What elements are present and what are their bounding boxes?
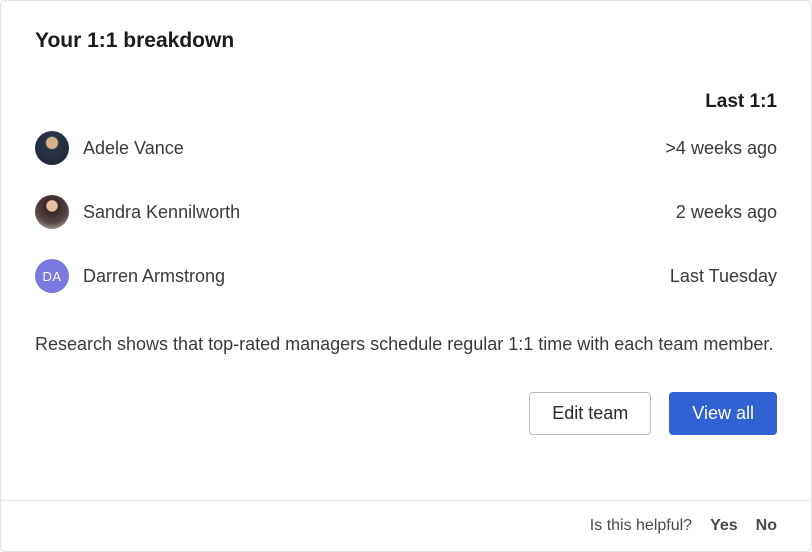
feedback-prompt: Is this helpful? [590, 517, 692, 535]
member-name: Sandra Kennilworth [83, 202, 240, 223]
feedback-footer: Is this helpful? Yes No [1, 500, 811, 551]
table-row: Adele Vance >4 weeks ago [35, 131, 777, 165]
avatar [35, 131, 69, 165]
last-meeting-time: Last Tuesday [670, 266, 777, 287]
research-tip-text: Research shows that top-rated managers s… [35, 331, 777, 358]
last-meeting-time: >4 weeks ago [665, 138, 777, 159]
last-column-header: Last 1:1 [705, 91, 777, 113]
button-row: Edit team View all [35, 392, 777, 435]
table-row: Sandra Kennilworth 2 weeks ago [35, 195, 777, 229]
edit-team-button[interactable]: Edit team [529, 392, 651, 435]
table-row: DA Darren Armstrong Last Tuesday [35, 259, 777, 293]
member-cell: Adele Vance [35, 131, 184, 165]
feedback-no-button[interactable]: No [756, 517, 777, 535]
view-all-button[interactable]: View all [669, 392, 777, 435]
member-cell: DA Darren Armstrong [35, 259, 225, 293]
member-name: Darren Armstrong [83, 266, 225, 287]
team-list: Adele Vance >4 weeks ago Sandra Kennilwo… [35, 131, 777, 293]
member-name: Adele Vance [83, 138, 184, 159]
column-header-row: Last 1:1 [35, 91, 777, 113]
avatar [35, 195, 69, 229]
feedback-yes-button[interactable]: Yes [710, 517, 738, 535]
breakdown-card: Your 1:1 breakdown Last 1:1 Adele Vance … [0, 0, 812, 552]
last-meeting-time: 2 weeks ago [676, 202, 777, 223]
card-title: Your 1:1 breakdown [35, 29, 777, 53]
avatar: DA [35, 259, 69, 293]
member-cell: Sandra Kennilworth [35, 195, 240, 229]
